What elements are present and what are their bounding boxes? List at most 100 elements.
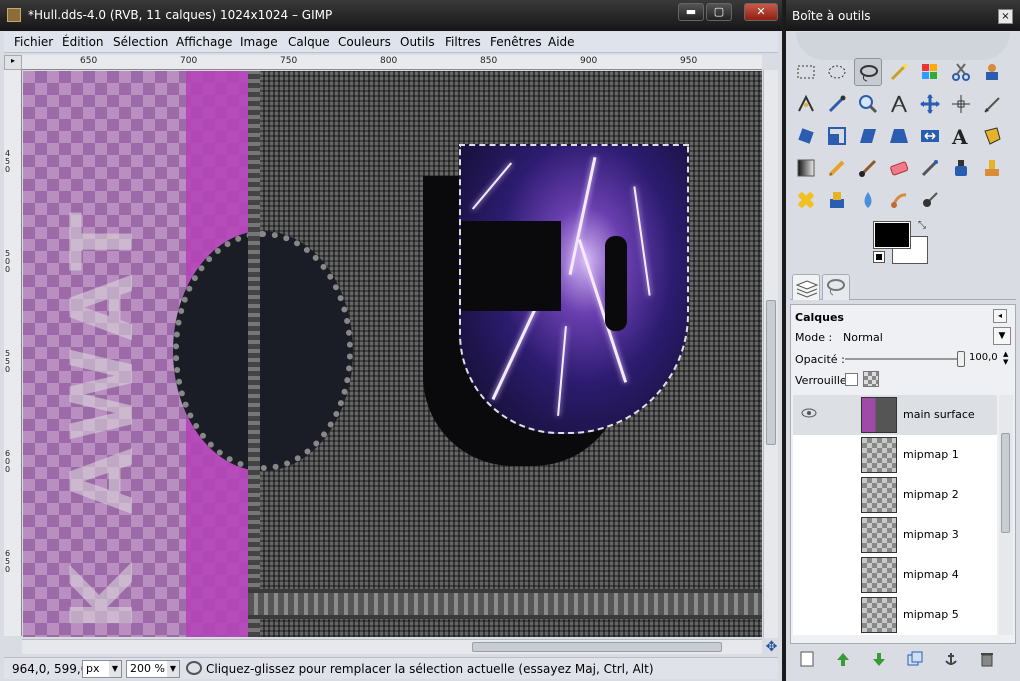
scrollbar-thumb[interactable] — [1001, 433, 1010, 533]
unit-select[interactable]: px ▼ — [82, 660, 122, 678]
raise-layer-icon[interactable] — [834, 650, 852, 668]
color-selector[interactable]: ⤡ — [873, 218, 932, 268]
navigate-icon[interactable]: ✥ — [764, 640, 779, 655]
panel-menu-button[interactable]: ◂ — [993, 309, 1007, 323]
menu-edition[interactable]: Édition — [62, 35, 104, 49]
foreground-select-tool[interactable] — [978, 58, 1006, 86]
lower-layer-icon[interactable] — [870, 650, 888, 668]
tab-paths[interactable] — [822, 274, 850, 300]
menu-selection[interactable]: Sélection — [113, 35, 168, 49]
color-picker-tool[interactable] — [823, 90, 851, 118]
rotate-tool[interactable] — [792, 122, 820, 150]
eye-icon[interactable] — [801, 407, 817, 419]
color-select-tool[interactable] — [916, 58, 944, 86]
lock-pixels-checkbox[interactable] — [845, 373, 858, 386]
layer-thumbnail — [861, 597, 897, 633]
lock-alpha-icon[interactable] — [863, 371, 879, 387]
ellipse-select-tool[interactable] — [823, 58, 851, 86]
anchor-layer-icon[interactable] — [942, 650, 960, 668]
layer-row[interactable]: mipmap 3 — [793, 515, 997, 555]
svg-text:A: A — [951, 125, 968, 147]
opacity-label: Opacité : — [795, 353, 845, 366]
opacity-slider-handle[interactable] — [957, 351, 965, 367]
new-layer-icon[interactable] — [798, 650, 816, 668]
blend-tool[interactable] — [792, 154, 820, 182]
chevron-down-icon[interactable]: ▼ — [993, 327, 1011, 345]
menu-couleurs[interactable]: Couleurs — [338, 35, 391, 49]
blur-tool[interactable] — [854, 186, 882, 214]
rect-select-tool[interactable] — [792, 58, 820, 86]
ink-tool[interactable] — [947, 154, 975, 182]
move-tool[interactable] — [916, 90, 944, 118]
close-button[interactable]: × — [998, 9, 1013, 24]
texture-lettering: K AWAT — [53, 202, 153, 631]
eraser-tool[interactable] — [885, 154, 913, 182]
emblem-notch — [461, 221, 561, 311]
vertical-ruler[interactable]: 450 500 550 600 650 — [4, 70, 22, 636]
tab-layers[interactable] — [792, 274, 820, 300]
menu-fenetres[interactable]: Fenêtres — [490, 35, 542, 49]
cage-tool[interactable] — [978, 122, 1006, 150]
maximize-button[interactable]: ▢ — [706, 3, 732, 21]
perspective-tool[interactable] — [885, 122, 913, 150]
smudge-tool[interactable] — [885, 186, 913, 214]
close-button[interactable]: ✕ — [744, 3, 778, 21]
layer-thumbnail — [861, 397, 897, 433]
flip-tool[interactable] — [916, 122, 944, 150]
vertical-scrollbar[interactable] — [763, 70, 778, 638]
minimize-button[interactable]: ▬ — [678, 3, 704, 21]
ruler-tick: 500 — [5, 249, 11, 274]
text-tool[interactable]: A — [947, 122, 975, 150]
dodge-burn-tool[interactable] — [916, 186, 944, 214]
perspective-clone-tool[interactable] — [823, 186, 851, 214]
menu-image[interactable]: Image — [240, 35, 278, 49]
clone-tool[interactable] — [978, 154, 1006, 182]
foreground-color-swatch[interactable] — [873, 221, 911, 249]
swap-colors-icon[interactable]: ⤡ — [918, 220, 926, 231]
delete-layer-icon[interactable] — [978, 650, 996, 668]
dark-circle-panel — [173, 231, 353, 471]
crop-tool[interactable] — [978, 90, 1006, 118]
horizontal-ruler[interactable]: 650 700 750 800 850 900 950 — [22, 55, 762, 70]
layer-row[interactable]: mipmap 2 — [793, 475, 997, 515]
layer-row[interactable]: main surface — [793, 395, 997, 435]
quick-mask-toggle[interactable]: ▸ — [4, 55, 22, 70]
paths-tool[interactable] — [792, 90, 820, 118]
align-tool[interactable] — [947, 90, 975, 118]
shear-tool[interactable] — [854, 122, 882, 150]
mode-select[interactable]: Normal — [843, 331, 883, 344]
heal-tool[interactable] — [792, 186, 820, 214]
fuzzy-select-tool[interactable] — [885, 58, 913, 86]
opacity-spin-buttons[interactable]: ▲ ▼ — [1003, 350, 1011, 366]
paintbrush-tool[interactable] — [854, 154, 882, 182]
lasso-icon — [827, 279, 845, 296]
horizontal-scrollbar[interactable] — [22, 639, 762, 654]
panel-title: Calques — [795, 311, 844, 324]
opacity-value[interactable]: 100,0 — [969, 352, 998, 363]
menu-aide[interactable]: Aide — [548, 35, 575, 49]
free-select-tool[interactable] — [854, 58, 882, 86]
pencil-tool[interactable] — [823, 154, 851, 182]
menu-fichier[interactable]: Fichier — [14, 35, 53, 49]
image-canvas[interactable]: K AWAT — [23, 71, 762, 637]
zoom-select[interactable]: 200 % ▼ — [126, 660, 180, 678]
scrollbar-thumb[interactable] — [472, 642, 722, 652]
zoom-tool[interactable] — [854, 90, 882, 118]
scissors-tool[interactable] — [947, 58, 975, 86]
menu-outils[interactable]: Outils — [400, 35, 435, 49]
opacity-slider[interactable] — [845, 358, 963, 360]
layer-row[interactable]: mipmap 5 — [793, 595, 997, 635]
airbrush-tool[interactable] — [916, 154, 944, 182]
layer-row[interactable]: mipmap 4 — [793, 555, 997, 595]
scrollbar-thumb[interactable] — [766, 300, 776, 445]
menu-calque[interactable]: Calque — [288, 35, 330, 49]
measure-tool[interactable] — [885, 90, 913, 118]
layer-list-scrollbar[interactable] — [999, 395, 1013, 635]
lasso-icon — [186, 661, 202, 675]
layer-row[interactable]: mipmap 1 — [793, 435, 997, 475]
menu-filtres[interactable]: Filtres — [445, 35, 481, 49]
scale-tool[interactable] — [823, 122, 851, 150]
duplicate-layer-icon[interactable] — [906, 650, 924, 668]
default-colors-icon[interactable] — [873, 251, 885, 263]
menu-affichage[interactable]: Affichage — [176, 35, 232, 49]
